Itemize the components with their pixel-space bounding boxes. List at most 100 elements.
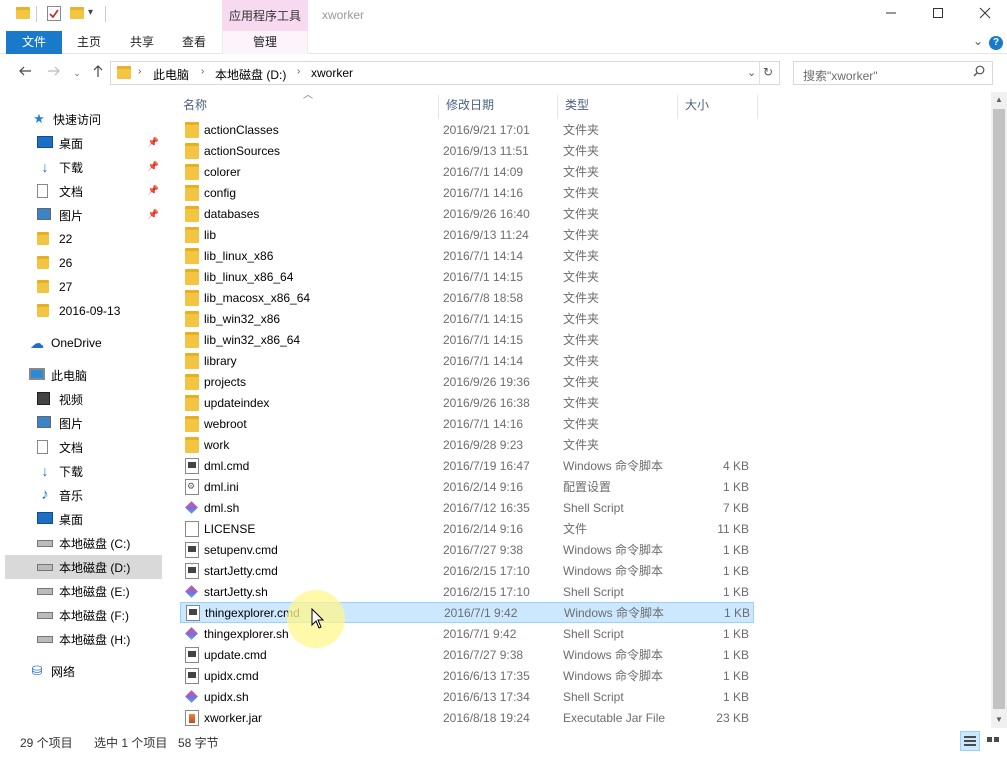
sidebar-item[interactable]: 本地磁盘 (C:) <box>5 531 162 555</box>
file-row[interactable]: lib_win32_x86 2016/7/1 14:15 文件夹 <box>180 308 754 329</box>
vertical-scrollbar[interactable]: ▲ ▼ <box>991 92 1007 728</box>
sidebar-item[interactable]: 此电脑 <box>5 363 162 387</box>
properties-icon[interactable] <box>47 6 61 21</box>
up-button[interactable] <box>89 64 107 82</box>
sidebar-item[interactable]: ↓ 下载 <box>5 459 162 483</box>
file-row[interactable]: work 2016/9/28 9:23 文件夹 <box>180 434 754 455</box>
file-row[interactable]: dml.cmd 2016/7/19 16:47 Windows 命令脚本 4 KB <box>180 455 754 476</box>
sidebar-item[interactable]: ★ 快速访问 <box>5 107 162 131</box>
file-row[interactable]: upidx.cmd 2016/6/13 17:35 Windows 命令脚本 1 KB <box>180 665 754 686</box>
column-header-name[interactable]: 名称 <box>175 95 438 119</box>
search-input[interactable]: 搜索"xworker" <box>803 67 878 84</box>
pin-icon[interactable]: 📌 <box>148 209 159 220</box>
file-row[interactable]: xworker.jar 2016/8/18 19:24 Executable Jar… <box>180 707 754 728</box>
column-header-type[interactable]: 类型 <box>557 95 677 119</box>
new-folder-icon[interactable] <box>70 7 84 19</box>
details-view-button[interactable] <box>960 731 980 751</box>
file-row[interactable]: projects 2016/9/26 19:36 文件夹 <box>180 371 754 392</box>
recent-locations-dropdown-icon[interactable]: ⌄ <box>68 64 86 82</box>
file-row[interactable]: lib 2016/9/13 11:24 文件夹 <box>180 224 754 245</box>
file-row[interactable]: config 2016/7/1 14:16 文件夹 <box>180 182 754 203</box>
sidebar-item[interactable]: ↓ 下载 📌 <box>5 155 162 179</box>
file-row[interactable]: lib_macosx_x86_64 2016/7/8 18:58 文件夹 <box>180 287 754 308</box>
large-icons-view-button[interactable] <box>983 731 1003 751</box>
file-row[interactable]: actionSources 2016/9/13 11:51 文件夹 <box>180 140 754 161</box>
file-date: 2016/2/15 17:10 <box>443 563 530 578</box>
pin-icon[interactable]: 📌 <box>148 185 159 196</box>
minimize-button[interactable] <box>881 4 901 24</box>
sidebar-item[interactable]: ☁ OneDrive <box>5 331 162 355</box>
scroll-up-icon[interactable]: ▲ <box>991 92 1007 108</box>
breadcrumb-separator-icon[interactable]: › <box>297 66 300 77</box>
breadcrumb-separator-icon[interactable]: › <box>201 66 204 77</box>
file-row[interactable]: lib_linux_x86 2016/7/1 14:14 文件夹 <box>180 245 754 266</box>
file-row[interactable]: actionClasses 2016/9/21 17:01 文件夹 <box>180 119 754 140</box>
file-row[interactable]: LICENSE 2016/2/14 9:16 文件 11 KB <box>180 518 754 539</box>
sidebar-item[interactable]: 文档 📌 <box>5 179 162 203</box>
file-row[interactable]: thingexplorer.sh 2016/7/1 9:42 Shell Scrip… <box>180 623 754 644</box>
help-icon[interactable]: ? <box>989 36 1003 50</box>
file-type: Shell Script <box>563 689 624 704</box>
file-row[interactable]: webroot 2016/7/1 14:16 文件夹 <box>180 413 754 434</box>
sidebar-item[interactable]: 2016-09-13 <box>5 299 162 323</box>
scroll-down-icon[interactable]: ▼ <box>991 712 1007 728</box>
file-row[interactable]: setupenv.cmd 2016/7/27 9:38 Windows 命令脚本 1 … <box>180 539 754 560</box>
file-type: 文件夹 <box>563 291 600 305</box>
tab-view[interactable]: 查看 <box>177 31 211 54</box>
file-row[interactable]: startJetty.sh 2016/2/15 17:10 Shell Script… <box>180 581 754 602</box>
scrollbar-thumb[interactable] <box>993 109 1005 709</box>
address-bar[interactable]: › 此电脑 › 本地磁盘 (D:) › xworker ⌄ ↻ <box>110 61 780 85</box>
file-row[interactable]: dml.ini 2016/2/14 9:16 配置设置 1 KB <box>180 476 754 497</box>
file-row[interactable]: startJetty.cmd 2016/2/15 17:10 Windows 命令脚… <box>180 560 754 581</box>
sidebar-item[interactable]: 26 <box>5 251 162 275</box>
breadcrumb-separator-icon[interactable]: › <box>138 66 141 77</box>
maximize-button[interactable] <box>928 4 948 24</box>
file-size: 1 KB <box>722 542 749 557</box>
column-header-date[interactable]: 修改日期 <box>438 95 558 119</box>
file-row[interactable]: upidx.sh 2016/6/13 17:34 Shell Script 1 KB <box>180 686 754 707</box>
address-history-dropdown-icon[interactable]: ⌄ <box>747 66 756 79</box>
column-divider[interactable] <box>757 95 758 119</box>
sidebar-item[interactable]: ⛁ 网络 <box>5 659 162 683</box>
file-row[interactable]: lib_linux_x86_64 2016/7/1 14:15 文件夹 <box>180 266 754 287</box>
file-row[interactable]: dml.sh 2016/7/12 16:35 Shell Script 7 KB <box>180 497 754 518</box>
sidebar-item[interactable]: 本地磁盘 (E:) <box>5 579 162 603</box>
file-row[interactable]: thingexplorer.cmd 2016/7/1 9:42 Windows 命令… <box>180 602 754 623</box>
sidebar-item[interactable]: 本地磁盘 (F:) <box>5 603 162 627</box>
search-icon[interactable] <box>973 65 985 80</box>
pin-icon[interactable]: 📌 <box>148 137 159 148</box>
tab-home[interactable]: 主页 <box>72 31 106 54</box>
close-button[interactable] <box>975 4 995 24</box>
forward-button[interactable] <box>45 64 63 82</box>
ribbon-expand-chevron-icon[interactable]: ⌄ <box>973 34 983 48</box>
file-row[interactable]: update.cmd 2016/7/27 9:38 Windows 命令脚本 1 KB <box>180 644 754 665</box>
tab-share[interactable]: 共享 <box>125 31 159 54</box>
file-row[interactable]: lib_win32_x86_64 2016/7/1 14:15 文件夹 <box>180 329 754 350</box>
file-row[interactable]: updateindex 2016/9/26 16:38 文件夹 <box>180 392 754 413</box>
sidebar-item[interactable]: 桌面 📌 <box>5 131 162 155</box>
sidebar-item[interactable]: 本地磁盘 (D:) <box>5 555 162 579</box>
sidebar-item[interactable]: ♪ 音乐 <box>5 483 162 507</box>
sidebar-item[interactable]: 视频 <box>5 387 162 411</box>
sidebar-item[interactable]: 图片 📌 <box>5 203 162 227</box>
file-row[interactable]: databases 2016/9/26 16:40 文件夹 <box>180 203 754 224</box>
file-row[interactable]: library 2016/7/1 14:14 文件夹 <box>180 350 754 371</box>
tab-file[interactable]: 文件 <box>6 31 62 54</box>
breadcrumb-this-pc[interactable]: 此电脑 <box>153 66 189 83</box>
back-button[interactable] <box>16 64 34 82</box>
refresh-icon[interactable]: ↻ <box>763 65 773 79</box>
sidebar-item[interactable]: 本地磁盘 (H:) <box>5 627 162 651</box>
sidebar-item[interactable]: 图片 <box>5 411 162 435</box>
sidebar-item[interactable]: 22 <box>5 227 162 251</box>
sidebar-item[interactable]: 文档 <box>5 435 162 459</box>
sidebar-item[interactable]: 桌面 <box>5 507 162 531</box>
file-row[interactable]: colorer 2016/7/1 14:09 文件夹 <box>180 161 754 182</box>
sidebar-item[interactable]: 27 <box>5 275 162 299</box>
pin-icon[interactable]: 📌 <box>148 161 159 172</box>
search-box[interactable]: 搜索"xworker" <box>793 61 993 85</box>
breadcrumb-xworker[interactable]: xworker <box>311 66 353 80</box>
column-header-size[interactable]: 大小 <box>677 95 757 119</box>
tab-manage[interactable]: 管理 <box>222 31 308 54</box>
breadcrumb-drive-d[interactable]: 本地磁盘 (D:) <box>215 66 286 83</box>
quick-access-dropdown-icon[interactable]: ▾ <box>88 7 93 18</box>
